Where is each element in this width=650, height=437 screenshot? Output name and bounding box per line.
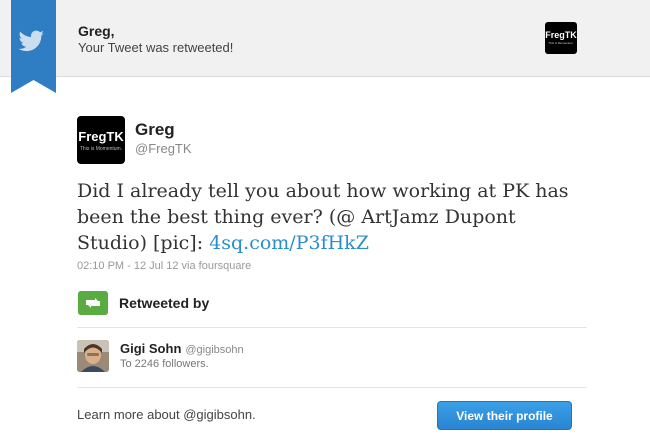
header-avatar-tagline: This is Momentum. bbox=[548, 41, 574, 45]
author-avatar-text: FregTK bbox=[78, 129, 124, 144]
retweeter-name-text: Gigi Sohn bbox=[120, 341, 182, 356]
view-profile-button[interactable]: View their profile bbox=[437, 401, 572, 430]
header-avatar-text: FregTK bbox=[545, 30, 577, 40]
retweeter-name[interactable]: Gigi Sohn @gigibsohn bbox=[120, 341, 244, 356]
author-avatar[interactable]: FregTK This is Momentum. bbox=[77, 116, 125, 164]
retweeted-by-label: Retweeted by bbox=[119, 295, 210, 311]
retweeter-photo bbox=[77, 340, 109, 372]
notification-message: Your Tweet was retweeted! bbox=[78, 40, 234, 55]
header-avatar[interactable]: FregTK This is Momentum. bbox=[545, 22, 577, 54]
learn-more-text: Learn more about @gigibsohn. bbox=[77, 407, 256, 422]
tweet-link[interactable]: 4sq.com/P3fHkZ bbox=[209, 232, 369, 254]
tweet-text: Did I already tell you about how working… bbox=[77, 178, 577, 256]
tweet-meta: 02:10 PM - 12 Jul 12 via foursquare bbox=[77, 260, 252, 272]
retweeter-followers: To 2246 followers. bbox=[120, 358, 209, 370]
author-handle[interactable]: @FregTK bbox=[135, 141, 192, 156]
author-name[interactable]: Greg bbox=[135, 120, 175, 140]
notification-recipient: Greg, bbox=[78, 23, 115, 39]
retweet-icon bbox=[78, 291, 108, 315]
retweeter-handle: @gigibsohn bbox=[185, 344, 244, 356]
notification-header: Greg, Your Tweet was retweeted! FregTK T… bbox=[0, 0, 650, 93]
author-avatar-tagline: This is Momentum. bbox=[79, 146, 123, 152]
divider-top bbox=[77, 327, 587, 328]
retweeter-avatar[interactable] bbox=[77, 340, 109, 372]
divider-bottom bbox=[77, 387, 587, 388]
ribbon-badge bbox=[11, 0, 56, 93]
